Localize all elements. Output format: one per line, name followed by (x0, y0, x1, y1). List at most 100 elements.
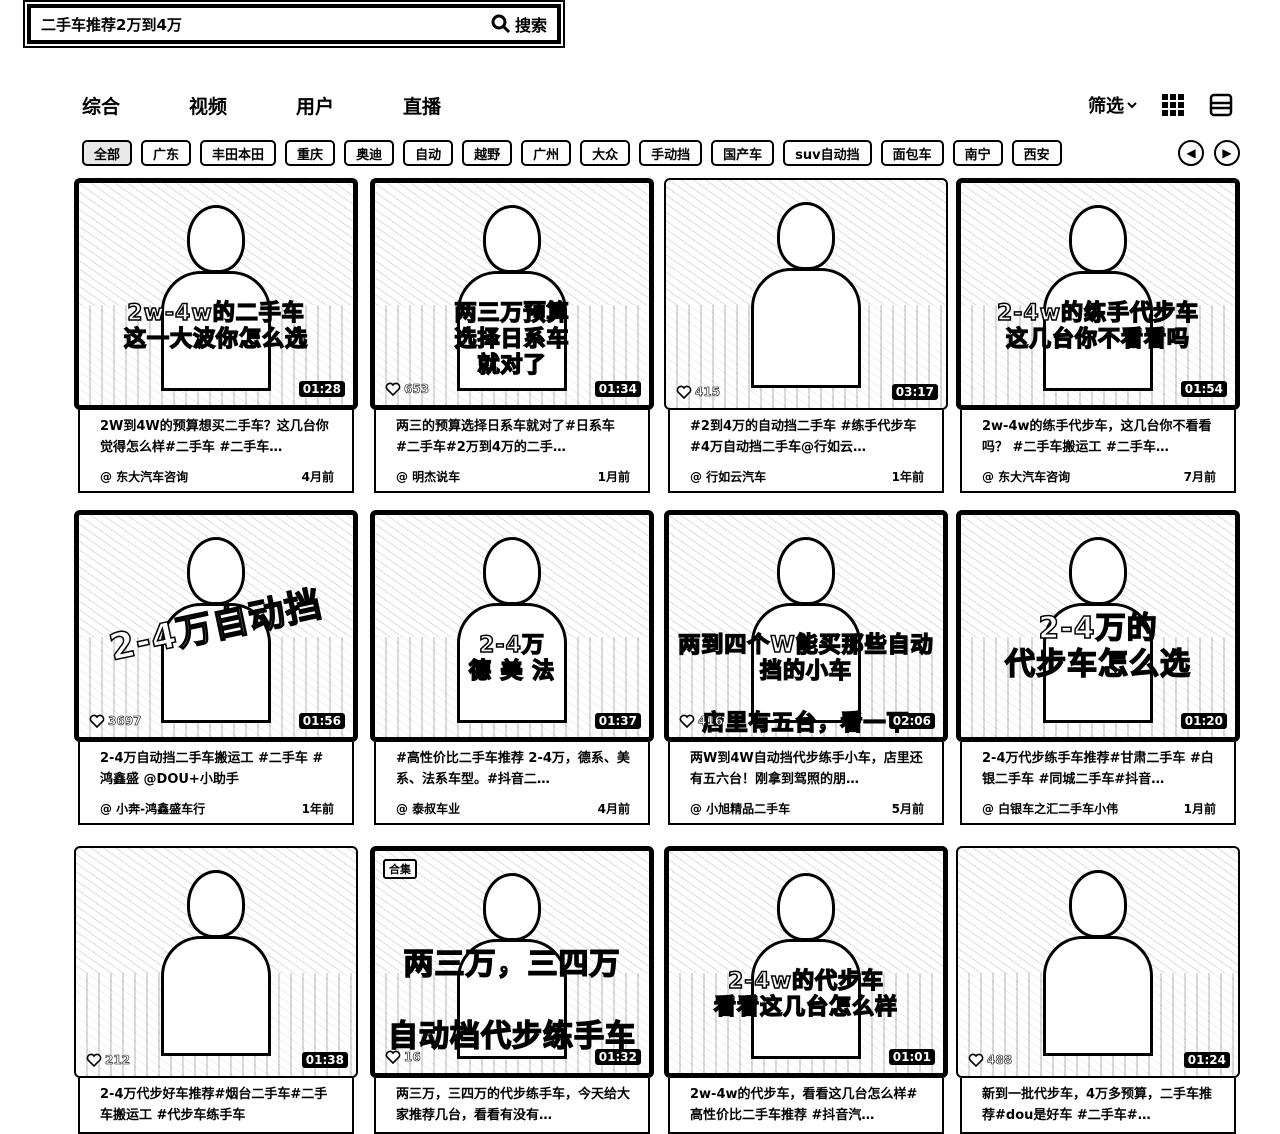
heart-icon (385, 1050, 401, 1065)
post-time: 4月前 (301, 470, 334, 484)
view-tools: 筛选 (1088, 92, 1234, 118)
search-button-label: 搜索 (514, 16, 547, 35)
video-description[interactable]: 2-4万代步好车推荐#烟台二手车#二手车搬运工 #代步车练手车 (100, 1084, 334, 1126)
chip[interactable]: 大众 (580, 140, 631, 166)
video-description[interactable]: 2w-4w的练手代步车，这几台你不看看吗？ #二手车搬运工 #二手车… (982, 416, 1216, 458)
video-thumbnail[interactable]: 两到四个W能买那些自动挡的小车 店里有五台，看一下 416 02:06 (664, 510, 948, 742)
chip[interactable]: 重庆 (285, 140, 336, 166)
like-count-value: 3697 (108, 714, 142, 729)
like-count: 16 (385, 1049, 421, 1065)
chip[interactable]: 自动 (403, 140, 454, 166)
tab-video[interactable]: 视频 (189, 92, 227, 119)
video-thumbnail[interactable]: 2w-4w的二手车 这一大波你怎么选 01:28 (74, 178, 358, 410)
author-name[interactable]: @ 泰叔车业 (396, 800, 460, 817)
tab-all[interactable]: 综合 (82, 92, 120, 119)
tab-live[interactable]: 直播 (403, 92, 441, 119)
search-button[interactable]: 搜索 (491, 12, 547, 36)
like-count: 653 (385, 381, 429, 397)
video-thumbnail[interactable]: 2-4w的代步车 看看这几台怎么样 01:01 (664, 846, 948, 1078)
result-tabs: 综合 视频 用户 直播 (82, 92, 510, 119)
chip[interactable]: 丰田本田 (200, 140, 277, 166)
video-description[interactable]: 两W到4W自动挡代步练手小车，店里还有五六台！刚拿到驾照的朋… (690, 748, 924, 790)
grid-icon[interactable] (1160, 92, 1186, 118)
chip[interactable]: suv自动挡 (783, 140, 872, 166)
video-description[interactable]: 2W到4W的预算想买二手车？这几台你觉得怎么样#二手车 #二手车… (100, 416, 334, 458)
chip[interactable]: 国产车 (711, 140, 775, 166)
presenter-figure (161, 205, 271, 395)
video-description[interactable]: 2w-4w的代步车，看看这几台怎么样#高性价比二手车推荐 #抖音汽… (690, 1084, 924, 1126)
presenter-figure (751, 202, 861, 392)
video-description[interactable]: 两三万，三四万的代步练手车，今天给大家推荐几台，看看有没有… (396, 1084, 630, 1126)
like-count-value: 416 (698, 714, 724, 729)
like-count-value: 415 (695, 385, 721, 400)
chip[interactable]: 广东 (141, 140, 192, 166)
author-name[interactable]: @ 东大汽车咨询 (982, 468, 1070, 485)
video-thumbnail[interactable]: 212 01:38 (74, 846, 358, 1078)
like-count-value: 212 (105, 1053, 131, 1068)
video-duration: 01:24 (1183, 1052, 1230, 1068)
thumbnail-caption: 2-4w的代步车 看看这几台怎么样 (713, 968, 898, 1021)
like-count: 415 (676, 384, 720, 400)
heart-icon (676, 385, 692, 400)
video-thumbnail[interactable]: 2-4万 德 美 法 01:37 (370, 510, 654, 742)
video-description[interactable]: 新到一批代步车，4万多预算，二手车推荐#dou是好车 #二手车#… (982, 1084, 1216, 1126)
chips-next-button[interactable]: ▶ (1214, 140, 1240, 166)
chevron-right-icon: ▶ (1222, 146, 1232, 160)
filter-label: 筛选 (1088, 96, 1124, 117)
video-duration: 01:28 (298, 381, 345, 397)
filter-button[interactable]: 筛选 (1088, 92, 1138, 118)
video-description[interactable]: 2-4万代步练手车推荐#甘肃二手车 #白银二手车 #同城二手车#抖音… (982, 748, 1216, 790)
video-thumbnail[interactable]: 2-4w的练手代步车 这几台你不看看吗 01:54 (956, 178, 1240, 410)
thumbnail-caption: 两三万预算 选择日系车 就对了 (454, 300, 570, 379)
presenter-figure (161, 870, 271, 1060)
video-thumbnail[interactable]: 2-4万自动挡 3697 01:56 (74, 510, 358, 742)
like-count: 416 (679, 713, 723, 729)
chip[interactable]: 南宁 (952, 140, 1003, 166)
like-count-value: 488 (987, 1053, 1013, 1068)
video-meta: 2W到4W的预算想买二手车？这几台你觉得怎么样#二手车 #二手车… @ 东大汽车咨… (78, 410, 354, 493)
post-time: 4月前 (597, 802, 630, 816)
list-icon[interactable] (1208, 92, 1234, 118)
video-meta: 2w-4w的练手代步车，这几台你不看看吗？ #二手车搬运工 #二手车… @ 东大汽… (960, 410, 1236, 493)
chip-all[interactable]: 全部 (82, 140, 133, 166)
author-name[interactable]: @ 明杰说车 (396, 468, 460, 485)
author-name[interactable]: @ 东大汽车咨询 (100, 468, 188, 485)
chip[interactable]: 越野 (462, 140, 513, 166)
presenter-figure (751, 873, 861, 1063)
video-description[interactable]: #2到4万的自动挡二手车 #练手代步车 #4万自动挡二手车@行如云… (690, 416, 924, 458)
search-input[interactable]: 二手车推荐2万到4万 (41, 14, 491, 35)
search-bar[interactable]: 二手车推荐2万到4万 搜索 (27, 4, 561, 44)
tab-users[interactable]: 用户 (296, 92, 334, 119)
chip[interactable]: 奥迪 (344, 140, 395, 166)
like-count-value: 16 (404, 1050, 421, 1065)
chip[interactable]: 西安 (1011, 140, 1062, 166)
video-description[interactable]: #高性价比二手车推荐 2-4万，德系、美系、法系车型。#抖音二… (396, 748, 630, 790)
video-meta: 两W到4W自动挡代步练手小车，店里还有五六台！刚拿到驾照的朋… @ 小旭精品二手车… (668, 742, 944, 825)
video-thumbnail[interactable]: 两三万预算 选择日系车 就对了 653 01:34 (370, 178, 654, 410)
author-name[interactable]: @ 小奔-鸿鑫盛车行 (100, 800, 205, 817)
chip[interactable]: 面包车 (880, 140, 944, 166)
video-duration: 01:56 (298, 713, 345, 729)
video-duration: 01:20 (1180, 713, 1227, 729)
author-name[interactable]: @ 小旭精品二手车 (690, 800, 790, 817)
video-thumbnail[interactable]: 415 03:17 (664, 178, 948, 410)
chips-prev-button[interactable]: ◀ (1178, 140, 1204, 166)
video-thumbnail[interactable]: 合集 两三万，三四万 自动档代步练手车 16 01:32 (370, 846, 654, 1078)
author-name[interactable]: @ 白银车之汇二手车小伟 (982, 800, 1118, 817)
video-meta: 新到一批代步车，4万多预算，二手车推荐#dou是好车 #二手车#… (960, 1078, 1236, 1134)
video-meta: #高性价比二手车推荐 2-4万，德系、美系、法系车型。#抖音二… @ 泰叔车业 4月… (374, 742, 650, 825)
video-thumbnail[interactable]: 2-4万的 代步车怎么选 01:20 (956, 510, 1240, 742)
heart-icon (679, 714, 695, 729)
like-count: 212 (86, 1052, 130, 1068)
chip[interactable]: 广州 (521, 140, 572, 166)
chip[interactable]: 手动挡 (639, 140, 703, 166)
presenter-figure (457, 537, 567, 727)
like-count: 3697 (89, 713, 142, 729)
video-thumbnail[interactable]: 488 01:24 (956, 846, 1240, 1078)
heart-icon (968, 1053, 984, 1068)
author-name[interactable]: @ 行如云汽车 (690, 468, 766, 485)
video-description[interactable]: 2-4万自动挡二手车搬运工 #二手车 #鸿鑫盛 @DOU+小助手 (100, 748, 334, 790)
video-description[interactable]: 两三的预算选择日系车就对了#日系车 #二手车#2万到4万的二手… (396, 416, 630, 458)
thumbnail-caption: 2-4万 德 美 法 (468, 632, 556, 685)
heart-icon (86, 1053, 102, 1068)
